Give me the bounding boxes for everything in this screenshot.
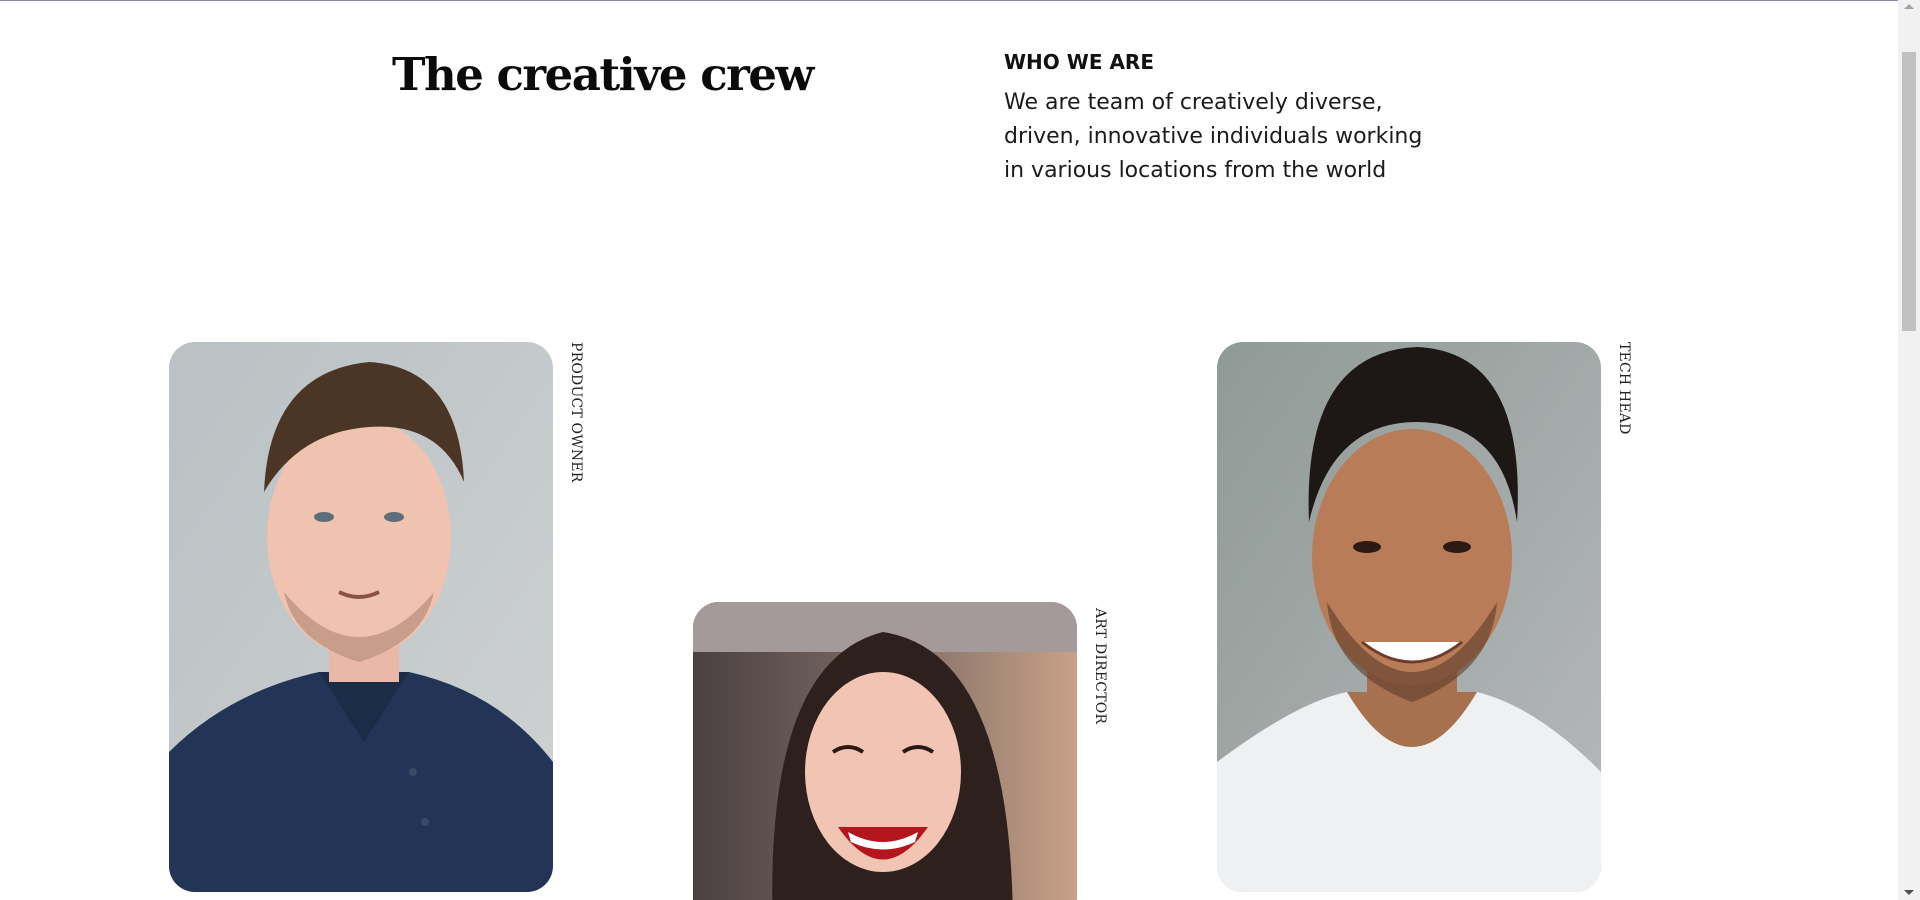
scroll-down-arrow-icon[interactable] xyxy=(1904,890,1914,895)
man-portrait-icon xyxy=(1217,342,1601,892)
member-role: TECH HEAD xyxy=(1616,342,1632,435)
scroll-up-arrow-icon[interactable] xyxy=(1904,4,1914,9)
member-role: ART DIRECTOR xyxy=(1092,608,1108,725)
member-photo xyxy=(1217,342,1601,892)
about-description: We are team of creatively diverse, drive… xyxy=(1004,90,1423,183)
man-portrait-icon xyxy=(169,342,553,892)
page-title: The creative crew xyxy=(392,48,814,101)
member-photo xyxy=(693,602,1077,900)
top-border xyxy=(0,0,1920,1)
scroll-thumb[interactable] xyxy=(1902,52,1916,331)
member-role: PRODUCT OWNER xyxy=(568,342,584,483)
page-scrollbar[interactable] xyxy=(1898,0,1920,900)
section-eyebrow: WHO WE ARE xyxy=(1004,50,1154,74)
member-photo xyxy=(169,342,553,892)
woman-portrait-icon xyxy=(693,602,1077,900)
